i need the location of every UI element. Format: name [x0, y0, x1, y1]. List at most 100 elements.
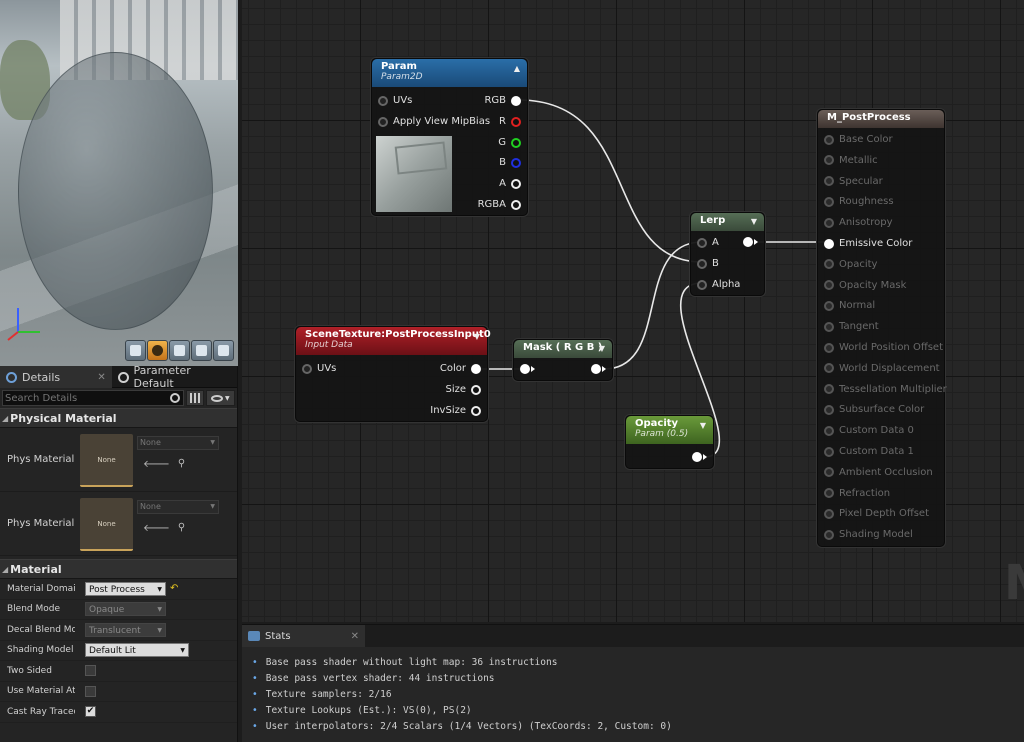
result-pin-opacity[interactable]: Opacity — [824, 259, 877, 270]
visibility-filter-button[interactable]: ▼ — [205, 390, 235, 406]
scene-texture-node[interactable]: SceneTexture:PostProcessInput0 Input Dat… — [295, 326, 491, 422]
result-pin-custom-data-0[interactable]: Custom Data 0 — [824, 425, 914, 436]
pin-mask-input[interactable] — [520, 364, 535, 374]
result-pin-world-displacement[interactable]: World Displacement — [824, 363, 940, 374]
cylinder-preview-button[interactable] — [125, 340, 146, 361]
collapse-caret-icon[interactable]: ▼ — [474, 332, 480, 341]
pin-dot-icon — [697, 279, 707, 290]
pin-b-output[interactable]: B — [499, 157, 521, 168]
pin-scene-uvs-input[interactable]: UVs — [302, 363, 336, 374]
collapse-caret-icon[interactable]: ▼ — [700, 421, 706, 430]
pin-lerp-a-input[interactable]: A — [697, 237, 719, 248]
result-pin-tangent[interactable]: Tangent — [824, 321, 879, 332]
pin-rgb-output[interactable]: RGB — [484, 95, 521, 106]
mask-rgb-node[interactable]: Mask ( R G B ) ▼ — [513, 339, 613, 381]
pin-label: Anisotropy — [839, 217, 893, 229]
result-pin-base-color[interactable]: Base Color — [824, 134, 893, 145]
pin-apply-view-mipbias-input[interactable]: Apply View MipBias — [378, 116, 490, 127]
tab-details[interactable]: Details ✕ — [0, 366, 112, 388]
result-pin-refraction[interactable]: Refraction — [824, 488, 890, 499]
result-pin-emissive-color[interactable]: Emissive Color — [824, 238, 912, 249]
collapse-caret-icon[interactable]: ▼ — [751, 217, 757, 226]
decal-blend-mode-dropdown[interactable]: Translucent — [85, 622, 166, 638]
view-options-grid-button[interactable] — [186, 390, 204, 406]
opacity-param-node[interactable]: Opacity Param (0.5) ▼ — [625, 415, 714, 469]
pin-mask-output[interactable] — [591, 364, 606, 374]
collapse-caret-icon[interactable]: ▲ — [514, 64, 520, 73]
result-pin-tessellation-multiplier[interactable]: Tessellation Multiplier — [824, 384, 947, 395]
result-pin-opacity-mask[interactable]: Opacity Mask — [824, 280, 906, 291]
param-texture-node[interactable]: Param Param2D ▲ UVs Apply View MipBias R… — [371, 58, 528, 216]
pin-rgba-output[interactable]: RGBA — [478, 199, 521, 210]
material-watermark: M — [1004, 555, 1024, 611]
pin-dot-icon — [824, 259, 834, 270]
material-preview-viewport[interactable] — [0, 0, 238, 366]
search-icon[interactable] — [170, 393, 180, 403]
result-pin-anisotropy[interactable]: Anisotropy — [824, 217, 892, 228]
details-search-box[interactable] — [2, 390, 184, 406]
reset-to-default-icon[interactable]: ↶ — [170, 583, 178, 594]
result-pin-custom-data-1[interactable]: Custom Data 1 — [824, 446, 914, 457]
result-node-header[interactable]: M_PostProcess — [818, 110, 944, 128]
use-selected-arrow-icon[interactable]: 🡐 — [143, 522, 170, 534]
use-material-attributes-checkbox[interactable] — [85, 685, 96, 697]
result-pin-specular[interactable]: Specular — [824, 176, 883, 187]
lerp-node-header[interactable]: Lerp ▼ — [691, 213, 764, 231]
teapot-preview-button[interactable] — [213, 340, 234, 361]
result-pin-normal[interactable]: Normal — [824, 300, 875, 311]
result-pin-subsurface-color[interactable]: Subsurface Color — [824, 404, 924, 415]
section-material[interactable]: ◢ Material — [0, 559, 237, 579]
pin-scene-size-output[interactable]: Size — [445, 384, 481, 395]
result-pin-ambient-occlusion[interactable]: Ambient Occlusion — [824, 467, 933, 478]
phys-material-mask-thumbnail[interactable]: None — [80, 498, 133, 551]
phys-material-mask-asset-picker[interactable]: None — [137, 500, 219, 514]
cube-preview-button[interactable] — [191, 340, 212, 361]
pin-dot-icon — [697, 237, 707, 248]
pin-r-output[interactable]: R — [499, 116, 521, 127]
scene-texture-node-header[interactable]: SceneTexture:PostProcessInput0 Input Dat… — [296, 327, 491, 355]
result-pin-shading-model[interactable]: Shading Model — [824, 529, 913, 540]
mask-node-header[interactable]: Mask ( R G B ) ▼ — [514, 340, 612, 358]
result-pin-world-position-offset[interactable]: World Position Offset — [824, 342, 943, 353]
use-selected-arrow-icon[interactable]: 🡐 — [143, 458, 170, 470]
opacity-node-header[interactable]: Opacity Param (0.5) ▼ — [626, 416, 713, 444]
pin-label: Tessellation Multiplier — [839, 383, 947, 395]
result-pin-metallic[interactable]: Metallic — [824, 155, 878, 166]
pin-dot-icon — [692, 452, 702, 462]
close-icon[interactable]: ✕ — [351, 631, 359, 642]
plane-preview-button[interactable] — [169, 340, 190, 361]
phys-material-thumbnail[interactable]: None — [80, 434, 133, 487]
browse-search-icon[interactable]: ⚲ — [178, 458, 185, 470]
close-icon[interactable]: ✕ — [97, 372, 105, 383]
browse-search-icon[interactable]: ⚲ — [178, 522, 185, 534]
lerp-node[interactable]: Lerp ▼ A B Alpha — [690, 212, 765, 296]
cast-ray-traced-checkbox[interactable]: ✔ — [85, 706, 96, 718]
collapse-caret-icon[interactable]: ▼ — [599, 344, 605, 353]
pin-scene-color-output[interactable]: Color — [440, 363, 481, 374]
pin-lerp-alpha-input[interactable]: Alpha — [697, 279, 740, 290]
param-node-header[interactable]: Param Param2D ▲ — [372, 59, 527, 87]
section-physical-material[interactable]: ◢ Physical Material — [0, 408, 237, 428]
pin-uvs-input[interactable]: UVs — [378, 95, 412, 106]
result-pin-pixel-depth-offset[interactable]: Pixel Depth Offset — [824, 508, 929, 519]
two-sided-checkbox[interactable] — [85, 665, 96, 677]
tab-parameter-defaults[interactable]: Parameter Default — [112, 364, 237, 390]
phys-material-asset-picker[interactable]: None — [137, 436, 219, 450]
tab-stats[interactable]: Stats ✕ — [242, 625, 365, 647]
pin-scene-invsize-output[interactable]: InvSize — [430, 405, 481, 416]
sphere-preview-button[interactable] — [147, 340, 168, 361]
pin-g-output[interactable]: G — [498, 137, 521, 148]
pin-lerp-output[interactable] — [743, 237, 758, 247]
pin-opacity-output[interactable] — [692, 452, 707, 462]
blend-mode-dropdown[interactable]: Opaque — [85, 602, 166, 617]
details-search-input[interactable] — [5, 392, 170, 404]
result-pin-roughness[interactable]: Roughness — [824, 196, 894, 207]
pin-lerp-b-input[interactable]: B — [697, 258, 719, 269]
pin-a-output[interactable]: A — [499, 178, 521, 189]
material-graph-canvas[interactable]: Param Param2D ▲ UVs Apply View MipBias R… — [242, 0, 1024, 622]
pin-label: Alpha — [712, 279, 741, 290]
texture-thumbnail-preview — [376, 136, 452, 212]
shading-model-dropdown[interactable]: Default Lit — [85, 643, 189, 658]
material-domain-dropdown[interactable]: Post Process — [85, 581, 166, 597]
material-result-node[interactable]: M_PostProcess Base Color Metallic Specular… — [817, 109, 947, 547]
